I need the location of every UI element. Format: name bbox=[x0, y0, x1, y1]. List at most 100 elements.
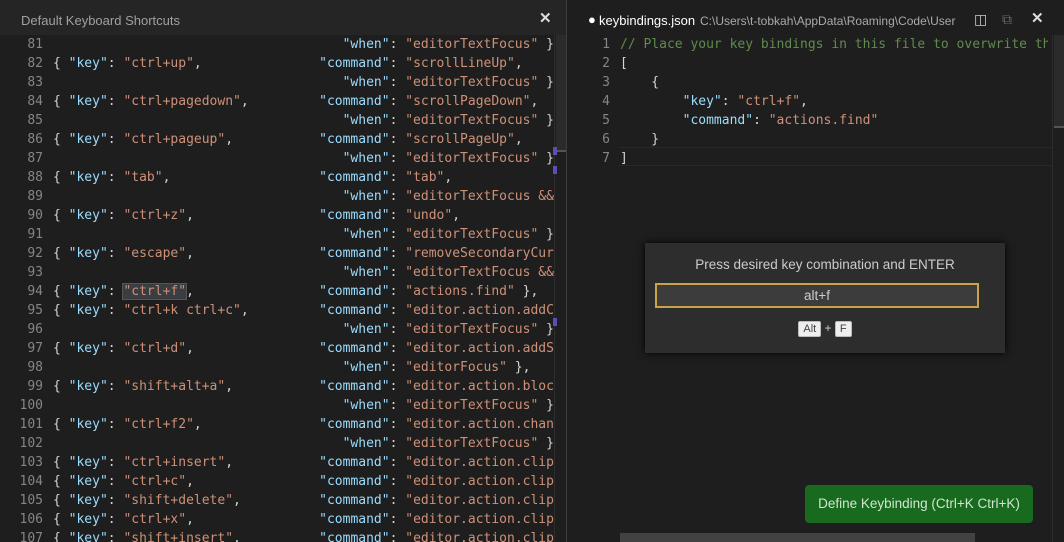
line-number: 95 bbox=[27, 303, 43, 318]
key-label: F bbox=[834, 321, 852, 337]
line-number: 5 bbox=[602, 113, 610, 128]
key-value: "ctrl+c" bbox=[123, 474, 187, 489]
scrollbar-thumb[interactable] bbox=[556, 35, 566, 152]
code-line: { "key": "ctrl+c", "command": "editor.ac… bbox=[53, 474, 555, 489]
line-number: 103 bbox=[19, 455, 43, 470]
line-number: 93 bbox=[27, 265, 43, 280]
keybinding-widget: Press desired key combination and ENTER … bbox=[645, 243, 1005, 353]
code-line: { "key": "ctrl+d", "command": "editor.ac… bbox=[53, 341, 555, 356]
key-value: "ctrl+up" bbox=[123, 56, 194, 71]
line-number: 101 bbox=[19, 417, 43, 432]
line-number: 1 bbox=[602, 37, 610, 52]
dirty-dot-icon: ● bbox=[588, 12, 596, 27]
code-line: "when": "editorFocus" }, bbox=[342, 360, 531, 375]
line-number: 87 bbox=[27, 151, 43, 166]
code-line: { "key": "shift+alt+a", "command": "edit… bbox=[53, 379, 555, 394]
code-line: "when": "editorTextFocus" }, bbox=[342, 398, 555, 413]
code-line: { "key": "ctrl+pageup", "command": "scro… bbox=[53, 132, 523, 147]
define-keybinding-button[interactable]: Define Keybinding (Ctrl+K Ctrl+K) bbox=[805, 485, 1033, 523]
line-number: 7 bbox=[602, 151, 610, 166]
code-line: "when": "editorTextFocus" }, bbox=[342, 322, 555, 337]
code-line: { "key": "ctrl+f2", "command": "editor.a… bbox=[53, 417, 555, 432]
line-number: 83 bbox=[27, 75, 43, 90]
key-combination-input[interactable]: alt+f bbox=[655, 283, 979, 308]
line-number: 4 bbox=[602, 94, 610, 109]
key-labels: Alt + F bbox=[645, 321, 1005, 337]
code-line: "when": "editorTextFocus && ed bbox=[342, 265, 554, 280]
key-value: "shift+insert" bbox=[123, 531, 234, 542]
code-line: "when": "editorTextFocus" }, bbox=[342, 75, 555, 90]
line-number: 96 bbox=[27, 322, 43, 337]
line-number: 90 bbox=[27, 208, 43, 223]
line-number: 91 bbox=[27, 227, 43, 242]
code-line: { "key": "shift+delete", "command": "edi… bbox=[53, 493, 555, 508]
file-path: C:\Users\t-tobkah\AppData\Roaming\Code\U… bbox=[700, 14, 956, 28]
code-line: { "key": "escape", "command": "removeSec… bbox=[53, 246, 555, 261]
key-value: "escape" bbox=[123, 246, 187, 261]
line-number: 102 bbox=[19, 436, 43, 451]
pane-header: Default Keyboard Shortcuts ✕ bbox=[0, 0, 566, 35]
vertical-scrollbar[interactable] bbox=[553, 35, 566, 542]
key-value: "ctrl+x" bbox=[123, 512, 187, 527]
code-line: { bbox=[620, 75, 660, 90]
current-line bbox=[619, 147, 1054, 166]
key-value: "ctrl+z" bbox=[123, 208, 187, 223]
line-number: 99 bbox=[27, 379, 43, 394]
key-value: "ctrl+d" bbox=[123, 341, 187, 356]
line-number: 3 bbox=[602, 75, 610, 90]
split-editor-icon[interactable]: ◫ bbox=[974, 11, 987, 28]
code-line: { "key": "ctrl+x", "command": "editor.ac… bbox=[53, 512, 555, 527]
code-line: "when": "editorTextFocus && !e bbox=[342, 189, 554, 204]
line-number: 105 bbox=[19, 493, 43, 508]
code-line: { "key": "ctrl+k ctrl+c", "command": "ed… bbox=[53, 303, 555, 318]
code-line: "command": "actions.find" bbox=[682, 113, 879, 128]
line-number: 84 bbox=[27, 94, 43, 109]
code-line: { "key": "ctrl+f", "command": "actions.f… bbox=[53, 283, 539, 300]
key-value: "ctrl+k ctrl+c" bbox=[123, 303, 241, 318]
code-line: "when": "editorTextFocus" }, bbox=[342, 37, 555, 52]
code-line: "when": "editorTextFocus" }, bbox=[342, 113, 555, 128]
code-line: { "key": "tab", "command": "tab", bbox=[53, 170, 453, 185]
pane-title: Default Keyboard Shortcuts bbox=[21, 13, 180, 28]
line-number: 89 bbox=[27, 189, 43, 204]
horizontal-scrollbar[interactable] bbox=[620, 533, 975, 542]
key-value: "ctrl+insert" bbox=[123, 455, 226, 470]
line-number: 88 bbox=[27, 170, 43, 185]
code-line: { "key": "ctrl+pagedown", "command": "sc… bbox=[53, 94, 539, 109]
code-editor[interactable]: 81 "when": "editorTextFocus" }, 82 { "key"… bbox=[0, 34, 555, 542]
line-number: 92 bbox=[27, 246, 43, 261]
code-line: "when": "editorTextFocus" }, bbox=[342, 151, 555, 166]
code-line: [ bbox=[620, 56, 628, 71]
close-icon[interactable]: ✕ bbox=[539, 9, 552, 27]
default-shortcuts-pane: Default Keyboard Shortcuts ✕ 81 "when": … bbox=[0, 0, 567, 542]
code-editor[interactable]: 1 // Place your key bindings in this file… bbox=[568, 34, 1048, 234]
line-number: 98 bbox=[27, 360, 43, 375]
file-name: keybindings.json bbox=[599, 13, 696, 28]
line-number: 106 bbox=[19, 512, 43, 527]
line-number: 107 bbox=[19, 531, 43, 542]
code-line: "when": "editorTextFocus" }, bbox=[342, 436, 555, 451]
line-number: 2 bbox=[602, 56, 610, 71]
line-number: 104 bbox=[19, 474, 43, 489]
line-number: 94 bbox=[27, 284, 43, 299]
code-line: { "key": "ctrl+z", "command": "undo", bbox=[53, 208, 461, 223]
line-number: 100 bbox=[19, 398, 43, 413]
key-label: Alt bbox=[798, 321, 822, 337]
key-value: "shift+delete" bbox=[123, 493, 234, 508]
pane-header: ● keybindings.json C:\Users\t-tobkah\App… bbox=[568, 0, 1064, 35]
key-value: "ctrl+pagedown" bbox=[123, 94, 241, 109]
code-line: { "key": "ctrl+insert", "command": "edit… bbox=[53, 455, 555, 470]
code-line: // Place your key bindings in this file … bbox=[620, 37, 1048, 52]
code-line: { "key": "shift+insert", "command": "edi… bbox=[53, 529, 555, 542]
key-value: "tab" bbox=[123, 170, 163, 185]
key-value: "ctrl+pageup" bbox=[123, 132, 226, 147]
widget-message: Press desired key combination and ENTER bbox=[695, 257, 955, 272]
code-line: "key": "ctrl+f", bbox=[682, 94, 808, 109]
vertical-scrollbar[interactable] bbox=[1052, 35, 1064, 542]
line-number: 85 bbox=[27, 113, 43, 128]
scrollbar-thumb[interactable] bbox=[1054, 35, 1064, 128]
line-number: 86 bbox=[27, 132, 43, 147]
close-icon[interactable]: ✕ bbox=[1031, 9, 1044, 27]
open-changes-icon[interactable]: ⧉ bbox=[1002, 11, 1012, 28]
key-separator: + bbox=[824, 321, 832, 335]
